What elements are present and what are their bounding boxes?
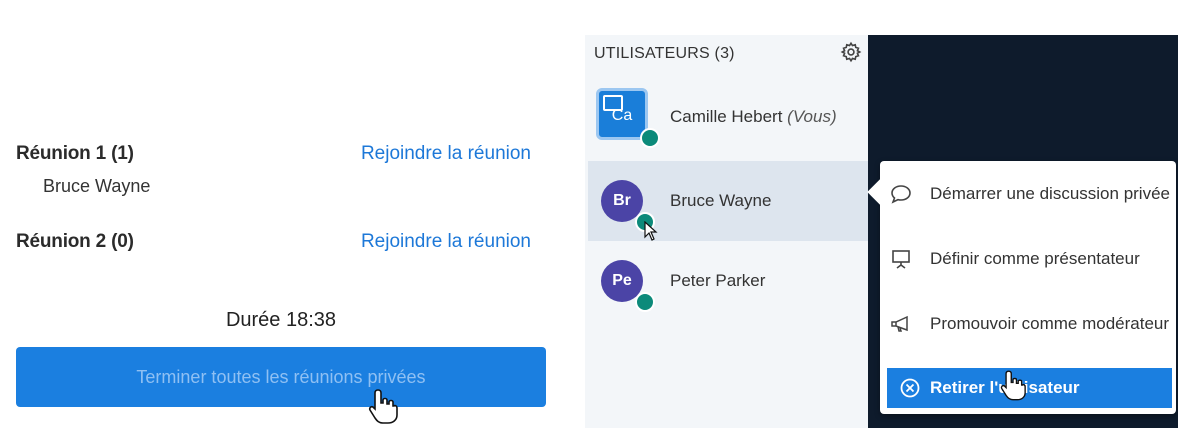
room-name: Réunion 1 (1) — [16, 143, 134, 164]
remove-circle-icon — [900, 378, 920, 398]
end-all-breakouts-button[interactable]: Terminer toutes les réunions privées — [16, 347, 546, 407]
user-row-camille[interactable]: Ca Camille Hebert (Vous) — [588, 78, 868, 158]
users-header: UTILISATEURS (3) — [594, 45, 735, 62]
presentation-icon — [892, 250, 910, 269]
users-panel: UTILISATEURS (3) Ca Camille Hebert (Vous… — [585, 35, 868, 428]
user-name: Bruce Wayne — [670, 191, 772, 210]
menu-item-label: Promouvoir comme modérateur — [930, 314, 1170, 333]
menu-item-remove-user[interactable]: Retirer l'utilisateur — [887, 368, 1172, 408]
menu-item-promote-moderator[interactable]: Promouvoir comme modérateur — [890, 311, 1172, 336]
user-row-bruce[interactable]: Br Bruce Wayne — [588, 161, 868, 241]
room-name: Réunion 2 (0) — [16, 231, 134, 252]
menu-item-label: Retirer l'utilisateur — [930, 378, 1080, 397]
stray-mark — [14, 12, 24, 18]
you-suffix: (Vous) — [787, 107, 837, 126]
user-name: Camille Hebert (Vous) — [670, 107, 837, 127]
join-room-link[interactable]: Rejoindre la réunion — [361, 231, 531, 253]
room-row: Réunion 2 (0) Rejoindre la réunion — [16, 229, 531, 259]
join-room-link[interactable]: Rejoindre la réunion — [361, 143, 531, 165]
status-badge — [640, 128, 660, 148]
hand-cursor-icon — [368, 389, 398, 424]
menu-item-label: Définir comme présentateur — [930, 249, 1140, 268]
gear-icon[interactable] — [840, 41, 862, 63]
megaphone-icon — [891, 315, 908, 332]
breakout-rooms-panel: Réunion 1 (1) Rejoindre la réunion Bruce… — [0, 0, 585, 428]
room-row: Réunion 1 (1) Rejoindre la réunion — [16, 141, 531, 171]
room-member: Bruce Wayne — [43, 176, 151, 196]
presenter-icon — [603, 95, 623, 111]
hand-cursor-icon — [1000, 370, 1026, 401]
user-row-peter[interactable]: Pe Peter Parker — [588, 241, 868, 321]
chat-bubble-icon — [891, 185, 911, 204]
menu-item-make-presenter[interactable]: Définir comme présentateur — [890, 246, 1172, 271]
avatar: Ca — [596, 88, 648, 140]
user-context-menu: Démarrer une discussion privée Définir c… — [867, 161, 1176, 414]
duration-label: Durée 18:38 — [225, 309, 337, 331]
status-badge — [635, 292, 655, 312]
menu-item-label: Démarrer une discussion privée — [930, 184, 1170, 203]
menu-item-private-chat[interactable]: Démarrer une discussion privée — [890, 181, 1172, 206]
user-name-text: Camille Hebert — [670, 107, 783, 126]
user-name: Peter Parker — [670, 271, 766, 290]
pointer-cursor-icon — [644, 221, 658, 241]
